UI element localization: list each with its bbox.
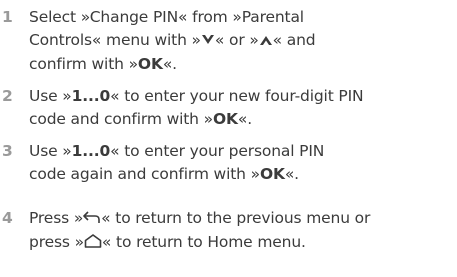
step-2-line-1: Use »1...0« to enter your new four-digit… xyxy=(29,85,455,108)
step-1-line-2: Controls« menu with » « or » « and xyxy=(29,29,455,53)
ok-key-label: OK xyxy=(212,110,238,128)
digit-keys-label: 1...0 xyxy=(71,142,111,160)
text-segment: code and confirm with » xyxy=(29,110,213,128)
text-segment: Use » xyxy=(29,142,72,160)
text-segment: Controls« menu with » xyxy=(29,31,201,49)
step-1-line-1: Select »Change PIN« from »Parental xyxy=(29,6,455,29)
step-text: Select »Change PIN« from »Parental Contr… xyxy=(29,6,455,76)
step-2-line-2: code and confirm with »OK«. xyxy=(29,108,455,131)
step-number: 3 xyxy=(2,142,13,160)
step-number: 4 xyxy=(2,209,13,227)
text-segment: « to return to the previous menu or xyxy=(101,209,371,227)
step-3-line-2: code again and confirm with »OK«. xyxy=(29,163,455,186)
chevron-down-icon xyxy=(201,30,215,53)
text-segment: « to enter your new four-digit PIN xyxy=(110,87,364,105)
text-segment: « or » xyxy=(214,31,259,49)
text-segment: «. xyxy=(284,165,299,183)
step-number: 1 xyxy=(2,8,13,26)
step-3-line-1: Use »1...0« to enter your personal PIN xyxy=(29,140,455,163)
text-segment: «. xyxy=(237,110,252,128)
step-1-line-3: confirm with »OK«. xyxy=(29,53,455,76)
digit-keys-label: 1...0 xyxy=(71,87,111,105)
text-segment: « to enter your personal PIN xyxy=(110,142,325,160)
step-text: Use »1...0« to enter your new four-digit… xyxy=(29,85,455,131)
text-segment: « to return to Home menu. xyxy=(101,233,306,251)
step-4-line-1: Press » « to return to the previous menu … xyxy=(29,207,455,231)
step-4-line-2: press » « to return to Home menu. xyxy=(29,231,455,255)
text-segment: code again and confirm with » xyxy=(29,165,260,183)
home-icon xyxy=(84,232,102,255)
back-arrow-icon xyxy=(83,208,101,231)
text-segment: Press » xyxy=(29,209,84,227)
text-segment: Use » xyxy=(29,87,72,105)
ok-key-label: OK xyxy=(259,165,285,183)
chevron-up-icon xyxy=(259,30,273,53)
ok-key-label: OK xyxy=(137,55,163,73)
text-segment: confirm with » xyxy=(29,55,138,73)
text-segment: «. xyxy=(162,55,177,73)
text-segment: « and xyxy=(272,31,316,49)
step-text: Use »1...0« to enter your personal PIN c… xyxy=(29,140,455,186)
step-number: 2 xyxy=(2,87,13,105)
step-text: Press » « to return to the previous menu … xyxy=(29,207,455,255)
text-segment: Select »Change PIN« from »Parental xyxy=(29,8,304,26)
text-segment: press » xyxy=(29,233,84,251)
